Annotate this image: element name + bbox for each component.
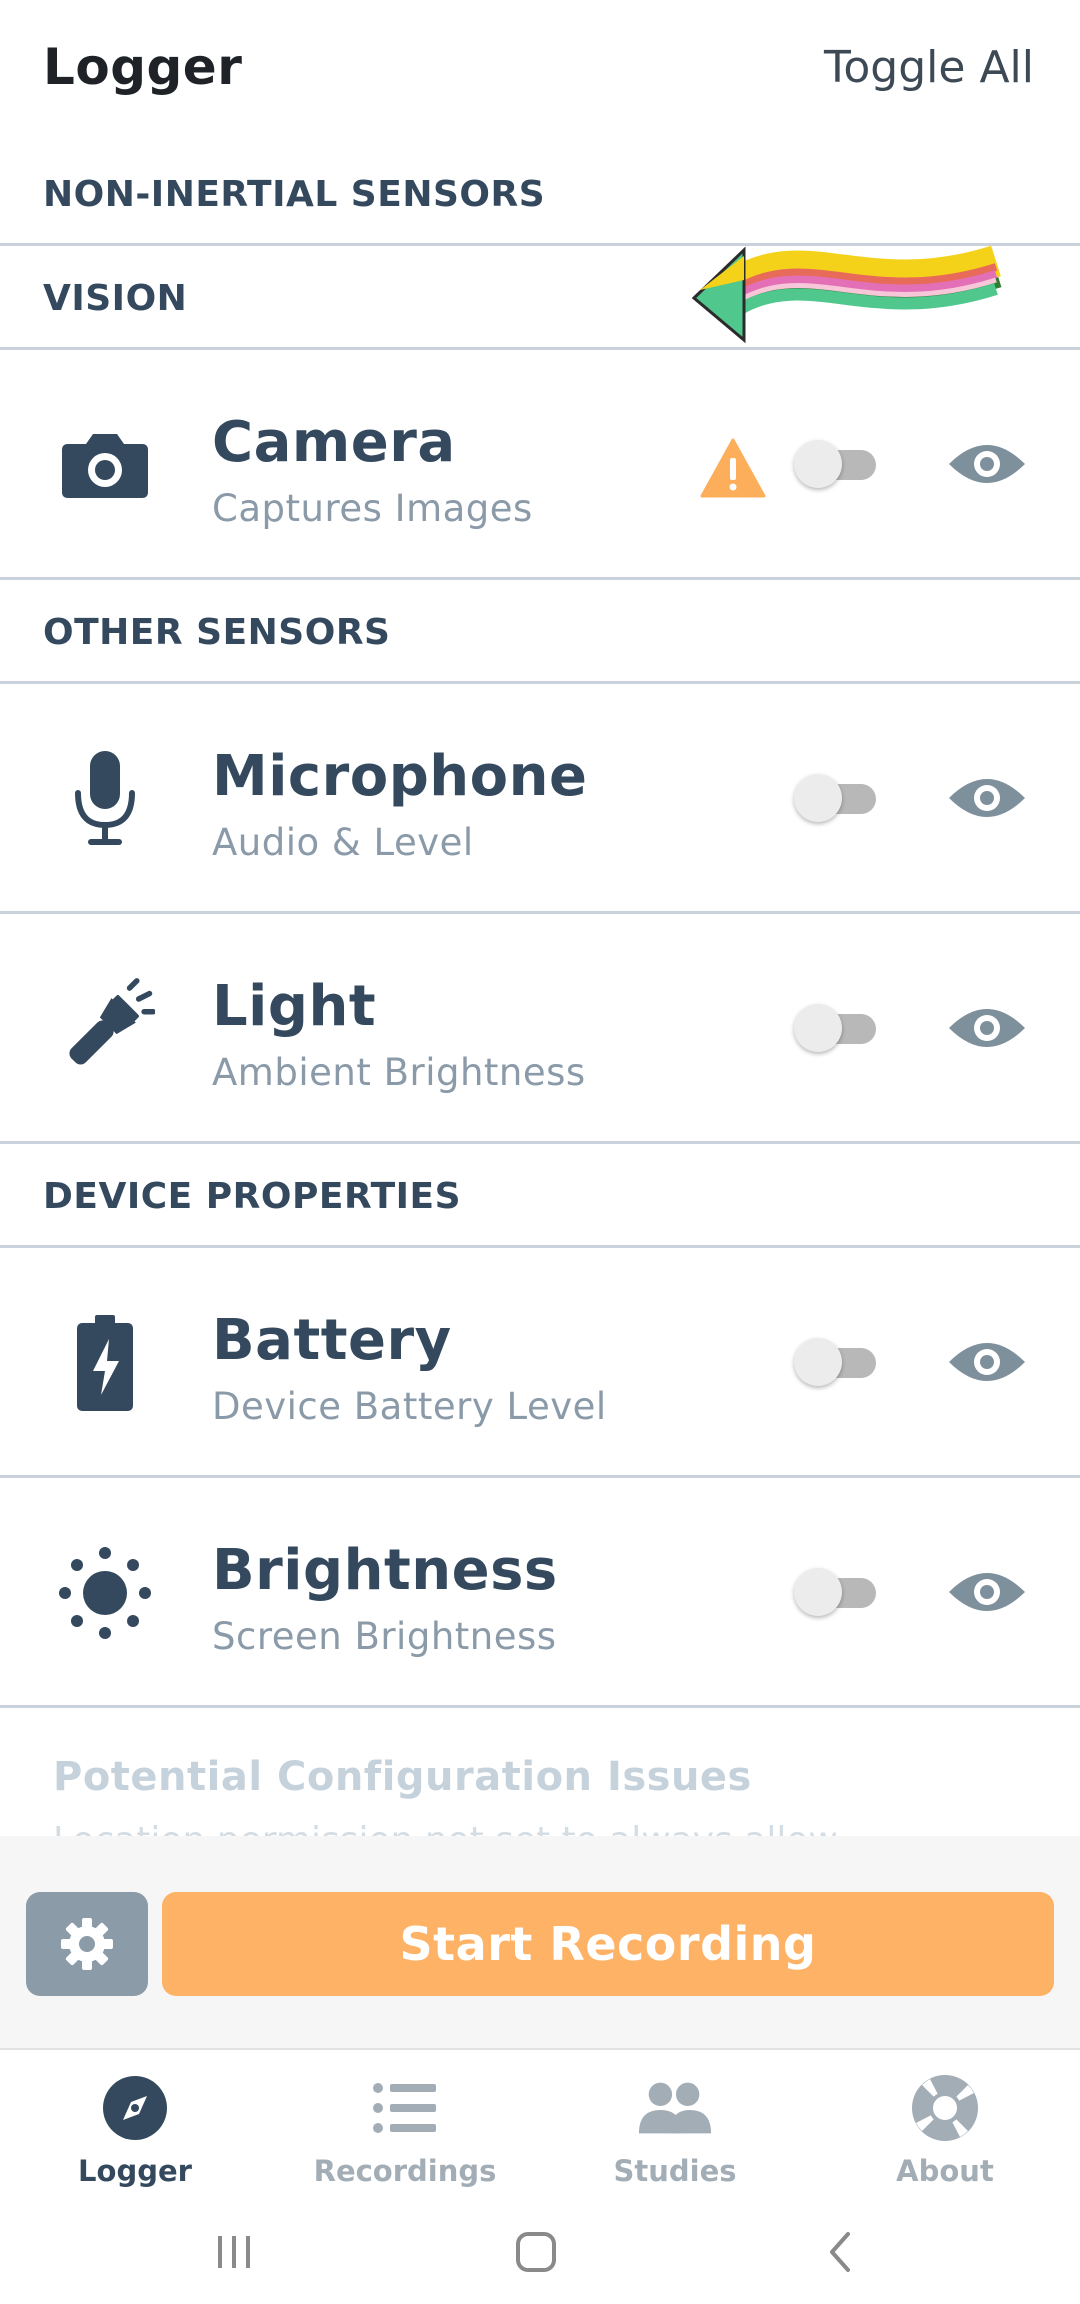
tab-about[interactable]: About [810,2062,1080,2196]
sensor-row-microphone[interactable]: Microphone Audio & Level [0,684,1080,914]
sensor-row-battery[interactable]: Battery Device Battery Level [0,1248,1080,1478]
section-device-properties: DEVICE PROPERTIES [0,1144,1080,1248]
sensor-title: Battery [212,1308,452,1373]
section-other-sensors: OTHER SENSORS [0,580,1080,684]
start-recording-button[interactable]: Start Recording [162,1892,1054,1996]
toggle-knob [794,774,842,822]
brightness-toggle[interactable] [792,1568,880,1616]
toggle-all-button[interactable]: Toggle All [824,42,1034,93]
tab-label: Logger [78,2154,192,2188]
system-nav-bar [0,2200,1080,2304]
configuration-issues: Potential Configuration Issues Location … [0,1712,1080,1836]
sensor-row-light[interactable]: Light Ambient Brightness [0,914,1080,1144]
home-button[interactable] [496,2222,576,2282]
back-button[interactable] [800,2222,880,2282]
app-header: Logger Toggle All [0,0,1080,142]
section-label: DEVICE PROPERTIES [43,1176,462,1217]
light-toggle[interactable] [792,1004,880,1052]
tab-label: About [896,2154,994,2188]
microphone-toggle[interactable] [792,774,880,822]
users-icon [637,2070,713,2146]
compass-icon [97,2070,173,2146]
tab-studies[interactable]: Studies [540,2062,810,2196]
tab-label: Studies [613,2154,737,2188]
eye-icon[interactable] [947,772,1027,824]
battery-toggle[interactable] [792,1338,880,1386]
sensor-subtitle: Captures Images [212,487,533,530]
back-icon [830,2232,850,2272]
bottom-tab-bar: Logger Recordings Studies About [0,2050,1080,2200]
sensor-title: Brightness [212,1538,558,1603]
sensor-subtitle: Device Battery Level [212,1385,607,1428]
sensor-title: Light [212,974,377,1039]
warning-icon[interactable] [700,438,766,498]
tab-logger[interactable]: Logger [0,2062,270,2196]
issues-title: Potential Configuration Issues [53,1754,752,1800]
section-label: OTHER SENSORS [43,612,391,653]
toggle-knob [794,1004,842,1052]
eye-icon[interactable] [947,1002,1027,1054]
eye-icon[interactable] [947,1336,1027,1388]
gear-icon [61,1918,113,1970]
recent-apps-button[interactable] [194,2222,274,2282]
toggle-knob [794,440,842,488]
tab-recordings[interactable]: Recordings [270,2062,540,2196]
sensor-row-brightness[interactable]: Brightness Screen Brightness [0,1478,1080,1708]
sensor-subtitle: Screen Brightness [212,1615,557,1658]
issues-text: Location permission not set to always al… [53,1820,838,1836]
settings-button[interactable] [26,1892,148,1996]
eye-icon[interactable] [947,1566,1027,1618]
camera-icon [55,405,155,525]
action-bar: Start Recording [0,1836,1080,2050]
toggle-knob [794,1338,842,1386]
camera-toggle[interactable] [792,440,880,488]
page-title: Logger [43,38,243,96]
sensor-title: Microphone [212,744,588,809]
start-recording-label: Start Recording [399,1917,817,1971]
section-label: NON-INERTIAL SENSORS [43,174,546,215]
tab-label: Recordings [313,2154,497,2188]
eye-icon[interactable] [947,438,1027,490]
sensor-row-camera[interactable]: Camera Captures Images [0,350,1080,580]
flashlight-icon [55,969,155,1089]
lifebuoy-icon [907,2070,983,2146]
section-non-inertial-sensors: NON-INERTIAL SENSORS [0,142,1080,246]
section-label: VISION [43,278,188,319]
microphone-icon [55,739,155,859]
toggle-knob [794,1568,842,1616]
sensor-subtitle: Ambient Brightness [212,1051,586,1094]
rainbow-arrow-icon [691,245,1002,344]
home-icon [516,2232,556,2272]
recent-apps-icon [218,2236,250,2268]
sensor-title: Camera [212,410,456,475]
battery-icon [55,1303,155,1423]
sensor-subtitle: Audio & Level [212,821,474,864]
list-icon [367,2070,443,2146]
sun-icon [55,1533,155,1653]
